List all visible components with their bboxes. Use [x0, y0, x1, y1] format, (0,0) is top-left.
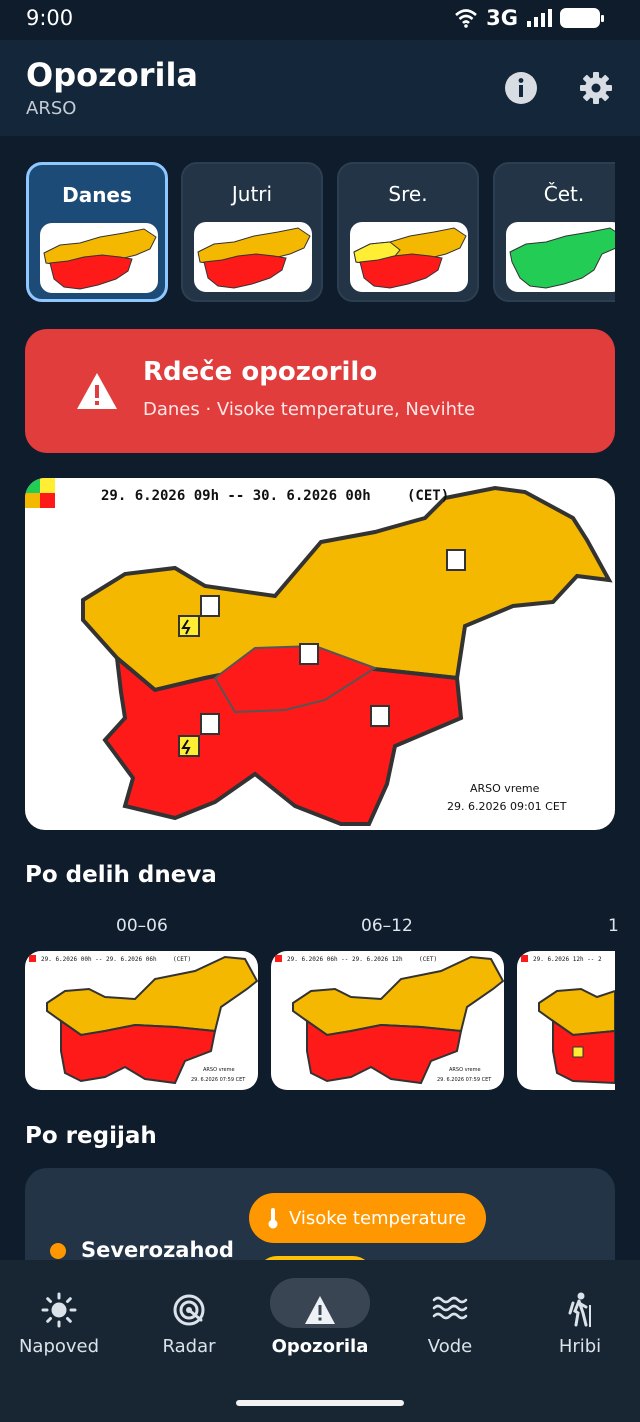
- sun-icon: [39, 1290, 79, 1330]
- network-type: 3G: [486, 6, 518, 30]
- svg-text:ARSO vreme: ARSO vreme: [449, 1067, 481, 1073]
- nav-label: Opozorila: [271, 1336, 369, 1357]
- period-map-card[interactable]: 29. 6.2026 12h -- 2: [517, 951, 615, 1090]
- svg-text:29. 6.2026 07:59 CET: 29. 6.2026 07:59 CET: [191, 1077, 246, 1083]
- map-timezone: (CET): [407, 488, 449, 504]
- status-bar: 9:00 3G: [0, 0, 640, 40]
- day-tab-sre[interactable]: Sre.: [337, 162, 479, 302]
- nav-item-napoved[interactable]: Napoved: [0, 1278, 123, 1368]
- hiker-icon: [560, 1290, 600, 1330]
- alert-banner[interactable]: Rdeče opozorilo Danes · Visoke temperatu…: [25, 329, 615, 453]
- warning-chip-label: Visoke temperature: [289, 1207, 467, 1229]
- home-indicator[interactable]: [236, 1400, 404, 1406]
- svg-text:29. 6.2026 12h -- 2: 29. 6.2026 12h -- 2: [533, 956, 602, 963]
- day-map-thumbnail: [350, 222, 468, 292]
- page-subtitle: ARSO: [26, 98, 77, 119]
- bottom-navigation: Napoved Radar Opozorila Vode Hribi: [0, 1260, 640, 1422]
- nav-label: Radar: [162, 1336, 216, 1357]
- wifi-icon: [455, 9, 478, 28]
- day-tab-label: Jutri: [231, 182, 273, 206]
- day-map-thumbnail: [506, 222, 615, 292]
- battery-icon: [560, 8, 604, 28]
- day-tab-jutri[interactable]: Jutri: [181, 162, 323, 302]
- map-issued: 29. 6.2026 09:01 CET: [447, 800, 567, 813]
- region-name: Severozahod: [81, 1238, 234, 1262]
- alert-subtitle: Danes · Visoke temperature, Nevihte: [143, 399, 476, 420]
- day-tab-danes[interactable]: Danes: [26, 162, 168, 302]
- map-period: 29. 6.2026 09h -- 30. 6.2026 00h: [101, 488, 371, 504]
- svg-text:(CET): (CET): [173, 956, 191, 963]
- status-icons: 3G: [454, 6, 604, 30]
- day-tab-label: Sre.: [388, 182, 428, 206]
- nav-item-hribi[interactable]: Hribi: [516, 1278, 640, 1368]
- status-time: 9:00: [26, 6, 74, 30]
- day-map-thumbnail: [194, 222, 312, 292]
- period-map-card[interactable]: 29. 6.2026 00h -- 29. 6.2026 06h (CET) A…: [25, 951, 258, 1090]
- section-title-regions: Po regijah: [25, 1123, 157, 1149]
- nav-item-radar[interactable]: Radar: [125, 1278, 253, 1368]
- gear-icon: [580, 72, 612, 104]
- nav-label: Napoved: [18, 1336, 100, 1357]
- signal-icon: [527, 9, 552, 27]
- day-selector: Danes Jutri Sre. Čet.: [26, 162, 615, 304]
- warning-icon: [300, 1290, 340, 1330]
- nav-label: Hribi: [558, 1336, 602, 1357]
- thermometer-icon: [268, 1208, 278, 1229]
- region-level-dot: [50, 1243, 66, 1259]
- period-label: 00–06: [116, 916, 168, 936]
- nav-item-opozorila[interactable]: Opozorila: [256, 1278, 384, 1368]
- svg-text:(CET): (CET): [419, 956, 437, 963]
- period-label: 1: [608, 916, 619, 936]
- svg-text:29. 6.2026 00h -- 29. 6.2026 0: 29. 6.2026 00h -- 29. 6.2026 06h: [41, 956, 157, 963]
- warning-map[interactable]: 29. 6.2026 09h -- 30. 6.2026 00h (CET) A…: [25, 478, 615, 830]
- map-source: ARSO vreme: [470, 782, 540, 795]
- day-map-thumbnail: [40, 223, 158, 293]
- settings-button[interactable]: [578, 70, 614, 106]
- day-tab-label: Danes: [62, 183, 132, 207]
- period-map-card[interactable]: 29. 6.2026 06h -- 29. 6.2026 12h (CET) A…: [271, 951, 504, 1090]
- svg-text:29. 6.2026 06h -- 29. 6.2026 1: 29. 6.2026 06h -- 29. 6.2026 12h: [287, 956, 403, 963]
- section-title-parts-of-day: Po delih dneva: [25, 862, 217, 888]
- warning-icon: [77, 373, 117, 409]
- warning-map-image: 29. 6.2026 09h -- 30. 6.2026 00h (CET) A…: [25, 478, 613, 826]
- info-icon: [505, 72, 537, 104]
- svg-text:ARSO vreme: ARSO vreme: [203, 1067, 235, 1073]
- page-title: Opozorila: [26, 56, 199, 94]
- nav-item-vode[interactable]: Vode: [386, 1278, 514, 1368]
- nav-label: Vode: [427, 1336, 473, 1357]
- app-bar: Opozorila ARSO: [0, 40, 640, 136]
- warning-chip[interactable]: Visoke temperature: [249, 1193, 487, 1243]
- info-button[interactable]: [503, 70, 539, 106]
- radar-icon: [169, 1290, 209, 1330]
- day-tab-label: Čet.: [543, 182, 585, 206]
- day-tab-cet[interactable]: Čet.: [493, 162, 615, 302]
- alert-title: Rdeče opozorilo: [143, 357, 378, 387]
- svg-text:29. 6.2026 07:59 CET: 29. 6.2026 07:59 CET: [437, 1077, 492, 1083]
- waves-icon: [430, 1290, 470, 1330]
- period-label: 06–12: [361, 916, 413, 936]
